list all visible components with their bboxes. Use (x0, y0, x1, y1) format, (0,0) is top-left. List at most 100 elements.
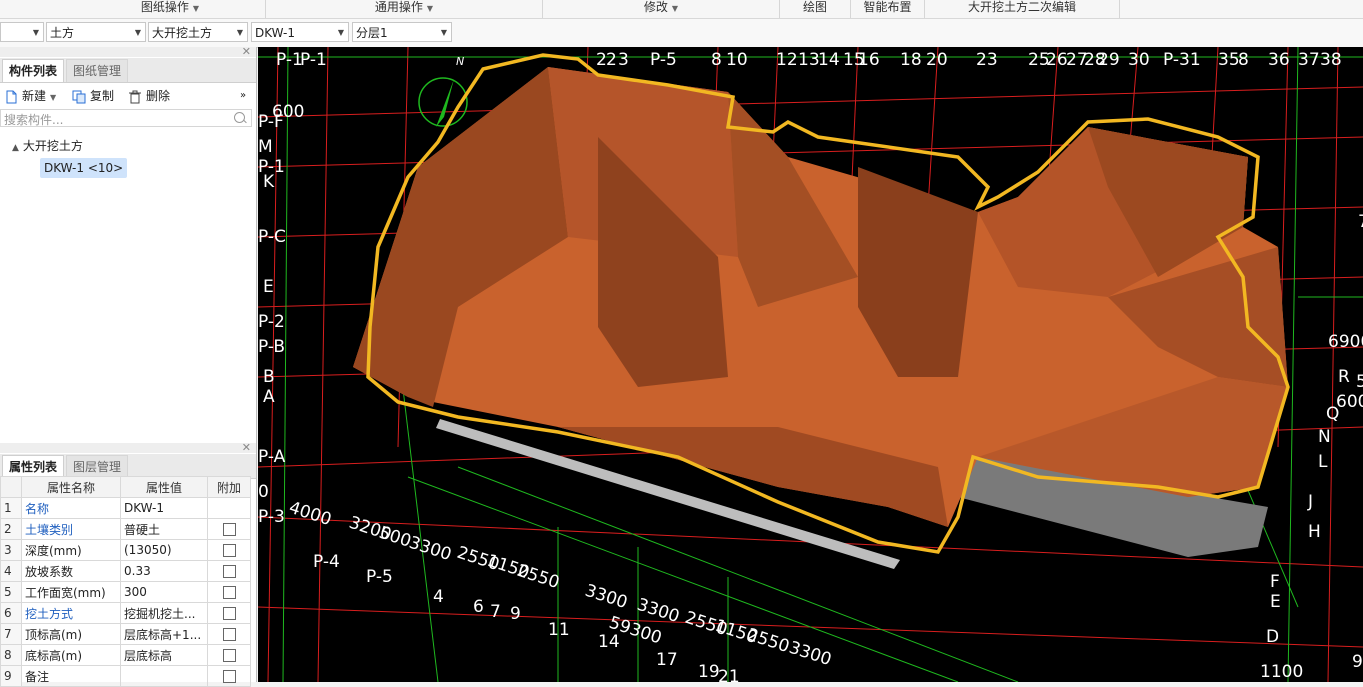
tree-node-excavation[interactable]: ▲ 大开挖土方 (12, 137, 83, 154)
type-select[interactable]: 大开挖土方 ▼ (148, 22, 248, 42)
ribbon-group-common-ops[interactable]: 通用操作 ▼ (266, 0, 543, 18)
attach-checkbox[interactable] (222, 565, 236, 578)
property-value[interactable]: DKW-1 (120, 497, 208, 519)
property-value[interactable]: 层底标高+1... (120, 623, 208, 645)
axis-label: P-B (258, 337, 285, 357)
attach-cell (207, 518, 251, 540)
attach-cell (207, 602, 251, 624)
axis-label: 6 (473, 597, 484, 617)
cad-canvas[interactable]: N P-1 P-1 2 2 3 P-5 8 10 12 13 14 15 16 18 20 23 25 26 27 2… (258, 47, 1363, 682)
copy-icon (72, 90, 86, 103)
property-value[interactable]: 300 (120, 581, 208, 603)
attach-checkbox[interactable] (222, 607, 236, 620)
caret-down-icon: ▼ (192, 4, 200, 13)
axis-label: 1100 (1260, 662, 1303, 682)
axis-label: 2550 (514, 561, 561, 593)
axis-label: 14 (598, 632, 620, 652)
axis-label: K (263, 172, 275, 192)
property-name: 备注 (21, 665, 121, 687)
tab-component-list[interactable]: 构件列表 (2, 59, 65, 82)
property-row[interactable]: 6 挖土方式 挖掘机挖土... (0, 602, 251, 624)
ribbon-group-bar: 图纸操作 ▼ 通用操作 ▼ 修改 ▼ 绘图 智能布置 大开挖土方二次编辑 (0, 0, 1363, 19)
axis-label: 21 (718, 667, 740, 682)
property-row[interactable]: 5 工作面宽(mm) 300 (0, 581, 251, 603)
attach-checkbox[interactable] (222, 649, 236, 662)
attach-checkbox[interactable] (222, 586, 236, 599)
attach-checkbox[interactable] (222, 523, 236, 536)
property-row[interactable]: 1 名称 DKW-1 (0, 497, 251, 519)
ribbon-group-smart-layout[interactable]: 智能布置 (851, 0, 925, 18)
axis-label: 9700 (1352, 652, 1363, 672)
axis-label: 35 (1218, 50, 1240, 70)
ribbon-group-modify[interactable]: 修改 ▼ (543, 0, 780, 18)
property-row[interactable]: 3 深度(mm) (13050) (0, 539, 251, 561)
new-label: 新建 (22, 89, 47, 103)
delete-button[interactable]: 删除 (128, 87, 170, 105)
property-value[interactable]: (13050) (120, 539, 208, 561)
dropdown-arrow-icon: ▼ (440, 28, 447, 37)
left-panel: ✕ 构件列表 图纸管理 新建 ▼ 复制 删除 » 搜索构件... ▲ 大开挖土方 D… (0, 45, 257, 687)
close-icon[interactable]: ✕ (242, 45, 251, 58)
component-select[interactable]: DKW-1 ▼ (251, 22, 349, 42)
attach-cell (207, 623, 251, 645)
dropdown-arrow-icon: ▼ (32, 28, 39, 37)
axis-label: A (263, 387, 275, 407)
axis-label: J (1307, 492, 1313, 512)
component-panel-tabs: 构件列表 图纸管理 (0, 58, 256, 83)
more-button[interactable]: » (240, 87, 246, 105)
tab-drawing-management[interactable]: 图纸管理 (66, 59, 129, 82)
copy-button[interactable]: 复制 (72, 87, 114, 105)
attach-cell (207, 497, 251, 519)
axis-label: R (1338, 367, 1350, 387)
attach-checkbox[interactable] (222, 544, 236, 557)
panel-header-strip: ✕ (0, 45, 256, 58)
property-row[interactable]: 7 顶标高(m) 层底标高+1... (0, 623, 251, 645)
property-name: 土壤类别 (21, 518, 121, 540)
axis-label: 7200 (1358, 212, 1363, 232)
delete-label: 删除 (146, 89, 171, 103)
component-search-input[interactable]: 搜索构件... (0, 109, 252, 127)
row-number: 4 (0, 560, 22, 582)
axis-label: 19 (698, 662, 720, 682)
cad-drawing[interactable]: N P-1P-1 2 2 3 P-5 8 10 12 1314 1516 18 20 23 2526272… (258, 47, 1363, 682)
axis-label: 4 (433, 587, 444, 607)
tree-collapse-icon[interactable]: ▲ (12, 143, 19, 153)
ribbon-group-drawing-ops[interactable]: 图纸操作 ▼ (75, 0, 266, 18)
category-select[interactable]: 土方 ▼ (46, 22, 146, 42)
axis-label: 14 (818, 50, 840, 70)
ribbon-group-excavation-edit[interactable]: 大开挖土方二次编辑 (925, 0, 1120, 18)
axis-label: 2 (606, 50, 617, 70)
axis-label: P-C (258, 227, 286, 247)
property-value[interactable]: 普硬土 (120, 518, 208, 540)
axis-label: 11 (548, 620, 570, 640)
caret-down-icon: ▼ (50, 93, 57, 102)
tree-node-dkw-1[interactable]: DKW-1 <10> (40, 158, 128, 178)
tab-property-list[interactable]: 属性列表 (2, 455, 65, 478)
property-row[interactable]: 8 底标高(m) 层底标高 (0, 644, 251, 666)
floor-select[interactable]: ▼ (0, 22, 44, 42)
axis-label: P-31 (1163, 50, 1201, 70)
property-value[interactable]: 层底标高 (120, 644, 208, 666)
axis-label: 18 (900, 50, 922, 70)
property-name: 工作面宽(mm) (21, 581, 121, 603)
property-name: 放坡系数 (21, 560, 121, 582)
close-icon[interactable]: ✕ (242, 441, 251, 454)
property-value[interactable] (120, 665, 208, 687)
row-number: 6 (0, 602, 22, 624)
row-number: 5 (0, 581, 22, 603)
property-value[interactable]: 0.33 (120, 560, 208, 582)
new-button[interactable]: 新建 ▼ (4, 87, 56, 105)
attach-cell (207, 560, 251, 582)
axis-label: P-5 (650, 50, 677, 70)
attach-checkbox[interactable] (222, 628, 236, 641)
property-row[interactable]: 4 放坡系数 0.33 (0, 560, 251, 582)
property-value[interactable]: 挖掘机挖土... (120, 602, 208, 624)
property-row[interactable]: 2 土壤类别 普硬土 (0, 518, 251, 540)
axis-label: 20 (926, 50, 948, 70)
property-row[interactable]: 9 备注 (0, 665, 251, 687)
ribbon-group-draw[interactable]: 绘图 (780, 0, 851, 18)
tab-layer-management[interactable]: 图层管理 (66, 455, 129, 478)
axis-label: Q (1326, 404, 1339, 424)
layer-select[interactable]: 分层1 ▼ (352, 22, 452, 42)
attach-checkbox[interactable] (222, 670, 236, 683)
